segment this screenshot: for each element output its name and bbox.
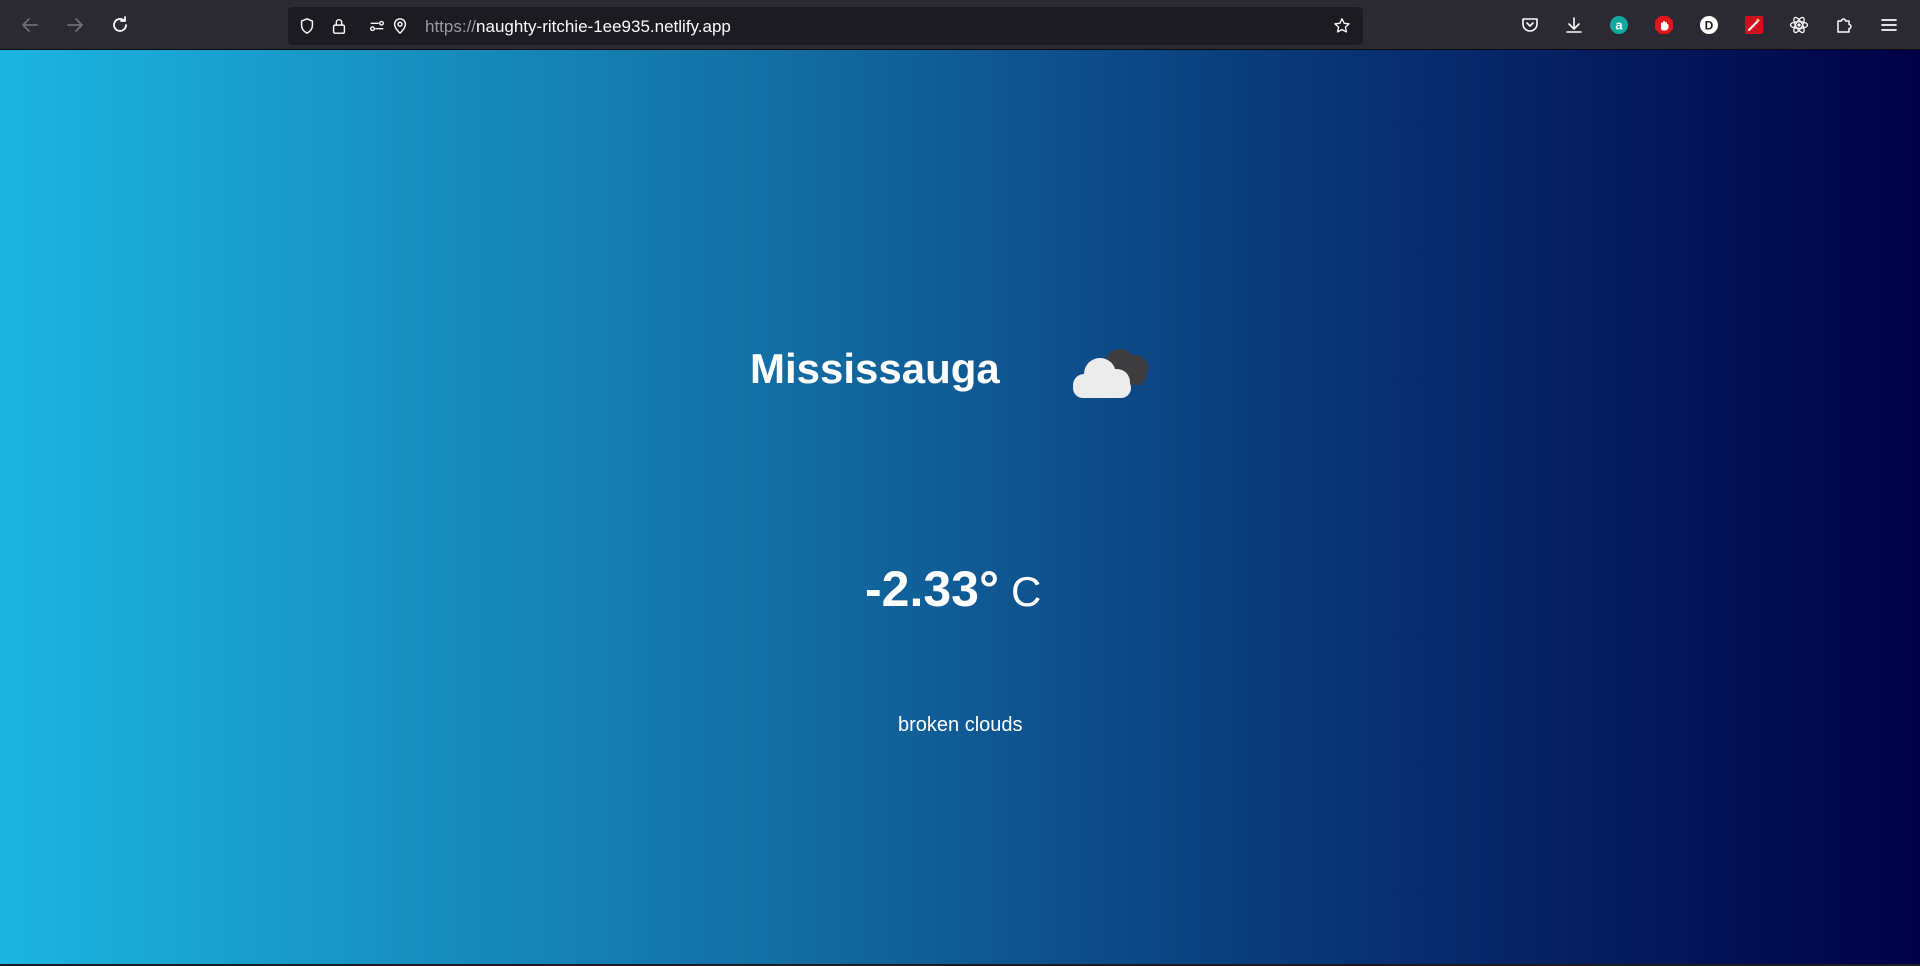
- temperature-display: -2.33° C: [865, 560, 1041, 618]
- weather-description: broken clouds: [898, 714, 1023, 736]
- shield-icon[interactable]: [297, 16, 317, 36]
- react-devtools-icon[interactable]: [1787, 13, 1811, 37]
- forward-button[interactable]: [60, 10, 90, 40]
- url-bar[interactable]: https://naughty-ritchie-1ee935.netlify.a…: [288, 7, 1363, 45]
- extensions-icon[interactable]: [1832, 13, 1856, 37]
- reload-button[interactable]: [105, 10, 135, 40]
- back-arrow-icon: [22, 18, 38, 32]
- amazon-assistant-icon[interactable]: a: [1607, 13, 1631, 37]
- pocket-icon[interactable]: [1518, 13, 1542, 37]
- permissions-icon[interactable]: [367, 16, 387, 36]
- location-icon[interactable]: [390, 16, 410, 36]
- amazon-letter: a: [1615, 18, 1623, 33]
- menu-icon[interactable]: [1877, 13, 1901, 37]
- url-text[interactable]: https://naughty-ritchie-1ee935.netlify.a…: [425, 17, 731, 37]
- dark-reader-letter: D: [1705, 19, 1714, 33]
- weather-app: [0, 50, 1920, 966]
- download-icon[interactable]: [1562, 13, 1586, 37]
- broken-clouds-icon: [1062, 338, 1156, 402]
- magic-wand-icon[interactable]: [1742, 13, 1766, 37]
- star-icon[interactable]: [1332, 16, 1352, 36]
- dark-reader-icon[interactable]: D: [1697, 13, 1721, 37]
- forward-arrow-icon: [67, 18, 83, 32]
- browser-toolbar: https://naughty-ritchie-1ee935.netlify.a…: [0, 0, 1920, 50]
- url-scheme: https://: [425, 17, 477, 36]
- lock-icon[interactable]: [329, 16, 349, 36]
- temperature-value: -2.33°: [865, 561, 999, 617]
- city-name: Mississauga: [750, 345, 1000, 392]
- reload-icon: [113, 16, 127, 32]
- temperature-unit: C: [1010, 568, 1042, 615]
- adblock-icon[interactable]: [1652, 13, 1676, 37]
- back-button[interactable]: [15, 10, 45, 40]
- url-host: naughty-ritchie-1ee935.netlify.app: [476, 17, 731, 36]
